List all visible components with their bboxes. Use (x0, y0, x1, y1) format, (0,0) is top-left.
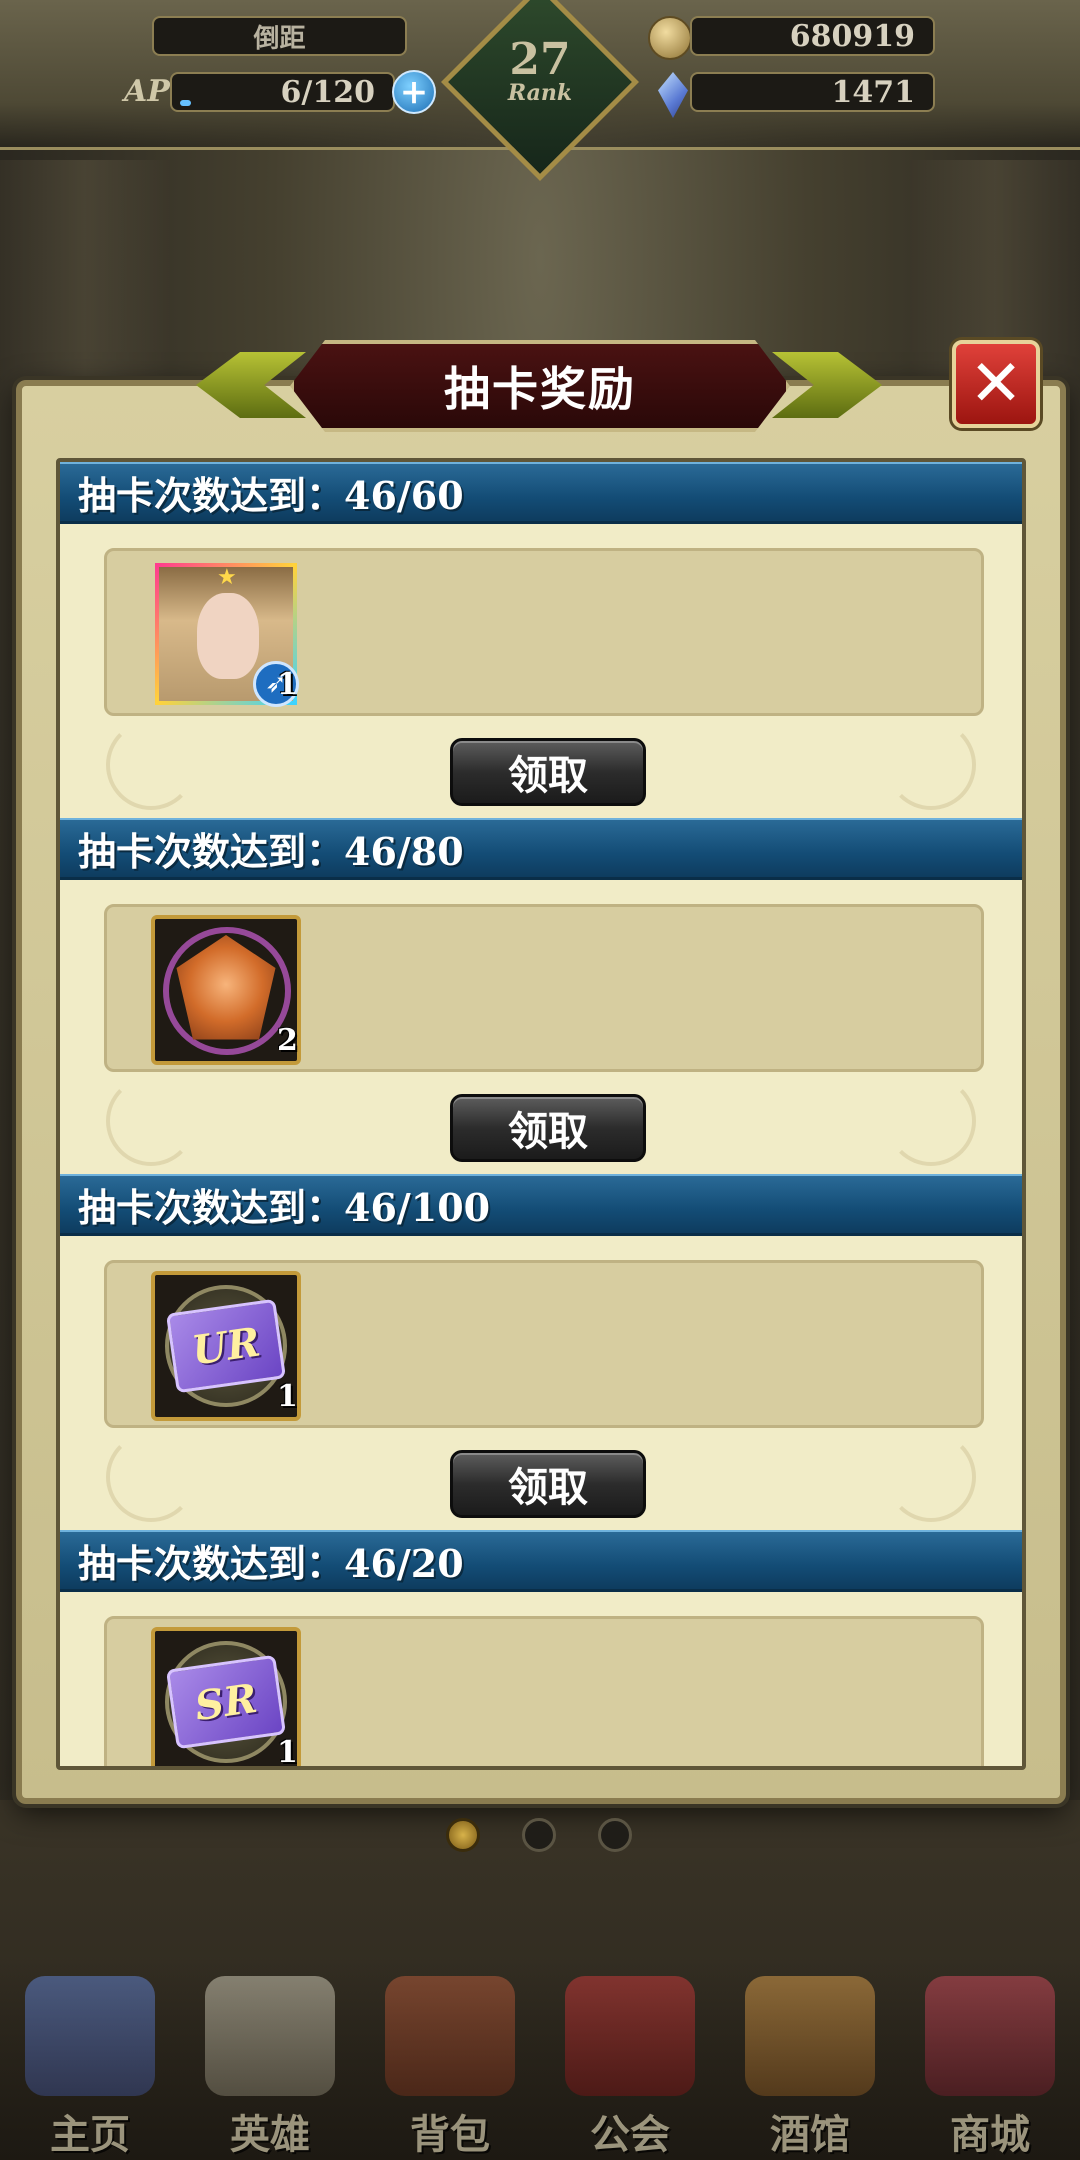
claim-button[interactable]: 领取 (450, 738, 646, 806)
claim-button[interactable]: 领取 (450, 1094, 646, 1162)
nav-tavern[interactable]: 酒馆 (725, 1960, 895, 2160)
rank-number: 27 (509, 34, 571, 85)
item-count: 1 (277, 1379, 298, 1414)
reward-item-area: SR 1 (104, 1616, 984, 1770)
reward-section-header: 抽卡次数达到：46/100 (60, 1174, 1022, 1236)
reward-item-area: UR 1 (104, 1260, 984, 1428)
corner-ornament-icon (886, 1076, 976, 1166)
reward-list[interactable]: 抽卡次数达到：46/60 ★ ➶ 1 领取 抽卡次数达到：46/80 2 领取 … (56, 458, 1026, 1770)
shield-icon (565, 1976, 695, 2096)
ap-label: AP (124, 74, 170, 109)
item-count: 2 (277, 1023, 298, 1058)
reward-section-header: 抽卡次数达到：46/60 (60, 462, 1022, 524)
nav-label: 商城 (950, 2111, 1030, 2158)
reward-item-area: ★ ➶ 1 (104, 548, 984, 716)
helmet-icon (205, 1976, 335, 2096)
nav-bag[interactable]: 背包 (365, 1960, 535, 2160)
bag-icon (385, 1976, 515, 2096)
corner-ornament-icon (886, 720, 976, 810)
claim-button-label: 领取 (508, 752, 588, 799)
page-dot-active[interactable] (446, 1818, 480, 1852)
reward-requirement-text: 抽卡次数达到：46/80 (78, 829, 464, 874)
reward-section: 抽卡次数达到：46/20 SR 1 (60, 1530, 1022, 1770)
shop-icon (925, 1976, 1055, 2096)
player-name: 倒距 (152, 16, 407, 56)
reward-section-header: 抽卡次数达到：46/80 (60, 818, 1022, 880)
reward-item-area: 2 (104, 904, 984, 1072)
claim-button-label: 领取 (508, 1464, 588, 1511)
item-count: 1 (277, 667, 298, 702)
ap-counter: 6/120 (170, 72, 395, 112)
bottom-nav: 主页 英雄 背包 公会 酒馆 商城 (0, 1960, 1080, 2160)
nav-label: 酒馆 (770, 2111, 850, 2158)
draw-reward-popup: 抽卡次数达到：46/60 ★ ➶ 1 领取 抽卡次数达到：46/80 2 领取 … (16, 380, 1066, 1804)
corner-ornament-icon (106, 720, 196, 810)
gem-counter: 1471 (690, 72, 935, 112)
nav-label: 公会 (590, 2111, 670, 2158)
tavern-icon (745, 1976, 875, 2096)
top-hud: 倒距 AP 6/120 + 27 Rank 680919 1471 (0, 0, 1080, 181)
gold-coin-icon (648, 16, 692, 60)
reward-section-header: 抽卡次数达到：46/20 (60, 1530, 1022, 1592)
reward-section: 抽卡次数达到：46/100 UR 1 领取 (60, 1174, 1022, 1530)
castle-icon (25, 1976, 155, 2096)
nav-home[interactable]: 主页 (5, 1960, 175, 2160)
popup-title-banner: 抽卡奖励 (290, 340, 790, 432)
gold-counter: 680919 (690, 16, 935, 56)
add-ap-button[interactable]: + (392, 70, 436, 114)
ap-value: 6/120 (280, 74, 375, 110)
ap-bar-fill (180, 100, 192, 106)
close-button[interactable]: ✕ (952, 340, 1040, 428)
rank-label: Rank (507, 80, 573, 106)
reward-section: 抽卡次数达到：46/60 ★ ➶ 1 领取 (60, 462, 1022, 818)
corner-ornament-icon (886, 1432, 976, 1522)
nav-guild[interactable]: 公会 (545, 1960, 715, 2160)
sr-card-text: SR (165, 1654, 287, 1750)
rank-display: 27 Rank (470, 34, 610, 106)
close-icon: ✕ (969, 347, 1023, 421)
nav-label: 背包 (410, 2111, 490, 2158)
corner-ornament-icon (106, 1432, 196, 1522)
ur-card-text: UR (165, 1298, 287, 1394)
reward-requirement-text: 抽卡次数达到：46/100 (78, 1185, 491, 1230)
nav-label: 英雄 (230, 2111, 310, 2158)
page-dot[interactable] (522, 1818, 556, 1852)
claim-button-label: 领取 (508, 1108, 588, 1155)
nav-heroes[interactable]: 英雄 (185, 1960, 355, 2160)
nav-label: 主页 (50, 2111, 130, 2158)
claim-button[interactable]: 领取 (450, 1450, 646, 1518)
popup-title: 抽卡奖励 (444, 362, 636, 416)
item-count: 1 (277, 1735, 298, 1770)
corner-ornament-icon (106, 1076, 196, 1166)
reward-requirement-text: 抽卡次数达到：46/60 (78, 473, 464, 518)
reward-requirement-text: 抽卡次数达到：46/20 (78, 1541, 464, 1586)
gem-crystal-icon (658, 72, 688, 118)
reward-section: 抽卡次数达到：46/80 2 领取 (60, 818, 1022, 1174)
nav-shop[interactable]: 商城 (905, 1960, 1075, 2160)
page-dot[interactable] (598, 1818, 632, 1852)
